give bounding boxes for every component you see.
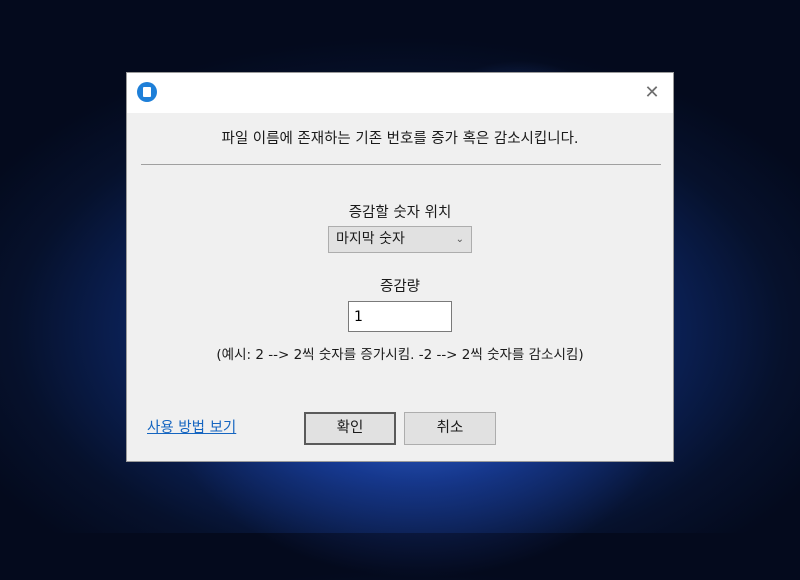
number-position-select[interactable]: 마지막 숫자 ⌄ — [328, 226, 472, 253]
number-position-value: 마지막 숫자 — [336, 231, 405, 247]
amount-input[interactable] — [348, 301, 452, 332]
renumber-dialog: ✕ 파일 이름에 존재하는 기존 번호를 증가 혹은 감소시킵니다. 증감할 숫… — [126, 72, 674, 462]
example-hint: (예시: 2 --> 2씩 숫자를 증가시킴. -2 --> 2씩 숫자를 감소… — [216, 347, 584, 363]
title-bar: ✕ — [127, 73, 673, 113]
app-icon — [137, 82, 157, 102]
chevron-down-icon: ⌄ — [455, 234, 464, 245]
number-position-label: 증감할 숫자 위치 — [348, 205, 452, 221]
amount-label: 증감량 — [379, 279, 421, 295]
dialog-description: 파일 이름에 존재하는 기존 번호를 증가 혹은 감소시킵니다. — [221, 131, 579, 147]
divider — [141, 164, 661, 165]
help-link[interactable]: 사용 방법 보기 — [147, 416, 236, 437]
ok-button[interactable]: 확인 — [304, 412, 396, 445]
cancel-button[interactable]: 취소 — [404, 412, 496, 445]
close-icon[interactable]: ✕ — [641, 82, 663, 104]
